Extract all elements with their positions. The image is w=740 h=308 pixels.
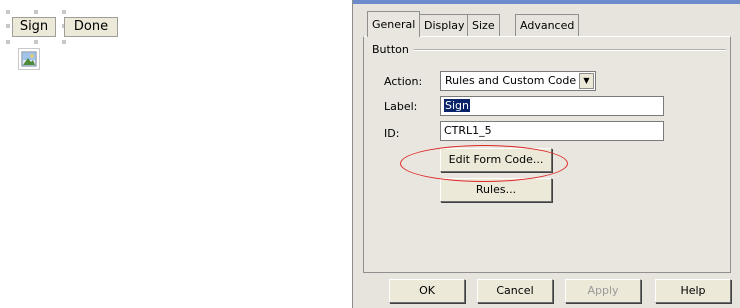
selection-handle[interactable] (34, 10, 38, 14)
cancel-button[interactable]: Cancel (477, 279, 553, 303)
id-input-value: CTRL1_5 (444, 124, 492, 137)
tab-size[interactable]: Size (467, 14, 500, 36)
group-divider (414, 49, 726, 51)
selection-handle[interactable] (6, 24, 10, 28)
selection-handle[interactable] (62, 10, 66, 14)
tab-advanced[interactable]: Advanced (515, 14, 580, 36)
id-input[interactable]: CTRL1_5 (440, 121, 664, 141)
label-field-label: Label: (384, 100, 418, 113)
action-select[interactable]: Rules and Custom Code ▼ (440, 71, 596, 91)
tab-display[interactable]: Display (419, 14, 470, 36)
id-field-label: ID: (384, 127, 400, 140)
canvas-done-button[interactable]: Done (64, 17, 118, 37)
selection-handle[interactable] (62, 40, 66, 44)
image-placeholder-icon (21, 51, 37, 67)
action-label: Action: (384, 75, 423, 88)
label-input-value: Sign (444, 99, 470, 112)
apply-button[interactable]: Apply (565, 279, 641, 303)
label-input[interactable]: Sign (440, 96, 664, 116)
selection-handle[interactable] (34, 40, 38, 44)
help-button[interactable]: Help (655, 279, 731, 303)
action-select-value: Rules and Custom Code (445, 74, 577, 87)
selection-handle[interactable] (6, 10, 10, 14)
image-control[interactable] (18, 48, 40, 70)
annotation-highlight-oval (400, 145, 568, 182)
title-bar[interactable] (353, 0, 740, 4)
dropdown-arrow-icon[interactable]: ▼ (579, 73, 594, 89)
ok-button[interactable]: OK (389, 279, 465, 303)
tab-general[interactable]: General (367, 11, 421, 37)
group-label-button: Button (372, 43, 409, 56)
canvas-sign-button[interactable]: Sign (12, 17, 56, 37)
selection-handle[interactable] (6, 40, 10, 44)
